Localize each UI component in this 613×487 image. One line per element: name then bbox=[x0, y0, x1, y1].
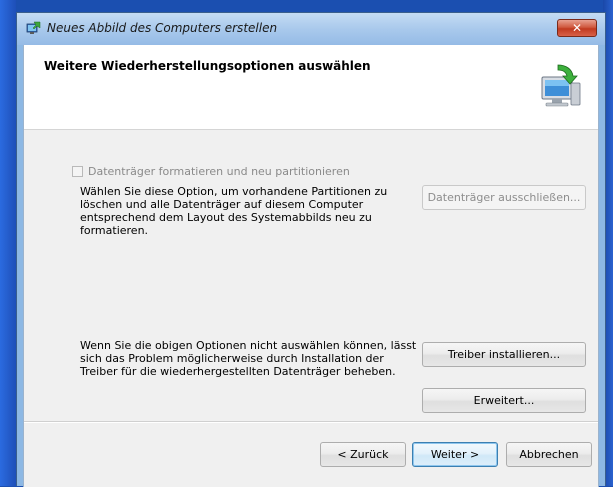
exclude-disks-button[interactable]: Datenträger ausschließen... bbox=[422, 185, 586, 210]
desktop-background-left bbox=[0, 0, 16, 486]
restore-computer-icon bbox=[26, 21, 41, 34]
advanced-button[interactable]: Erweitert... bbox=[422, 388, 586, 413]
format-partition-label: Datenträger formatieren und neu partitio… bbox=[88, 165, 350, 178]
close-icon: ✕ bbox=[571, 21, 583, 35]
format-partition-description: Wählen Sie diese Option, um vorhandene P… bbox=[80, 185, 388, 237]
close-button[interactable]: ✕ bbox=[557, 19, 597, 37]
dialog-client-area: Weitere Wiederherstellungsoptionen auswä… bbox=[23, 45, 599, 487]
wizard-header: Weitere Wiederherstellungsoptionen auswä… bbox=[24, 45, 598, 130]
title-bar[interactable]: Neues Abbild des Computers erstellen ✕ bbox=[17, 13, 605, 45]
cancel-button[interactable]: Abbrechen bbox=[506, 442, 592, 467]
format-partition-checkbox[interactable] bbox=[72, 166, 83, 177]
dialog-window: Neues Abbild des Computers erstellen ✕ W… bbox=[16, 12, 606, 487]
next-button[interactable]: Weiter > bbox=[412, 442, 498, 467]
window-title: Neues Abbild des Computers erstellen bbox=[47, 21, 278, 35]
computer-restore-icon bbox=[541, 64, 581, 107]
driver-hint-text: Wenn Sie die obigen Optionen nicht auswä… bbox=[80, 339, 417, 378]
footer-divider bbox=[24, 421, 598, 423]
back-button[interactable]: < Zurück bbox=[320, 442, 406, 467]
page-title: Weitere Wiederherstellungsoptionen auswä… bbox=[44, 59, 371, 73]
install-drivers-button[interactable]: Treiber installieren... bbox=[422, 342, 586, 367]
